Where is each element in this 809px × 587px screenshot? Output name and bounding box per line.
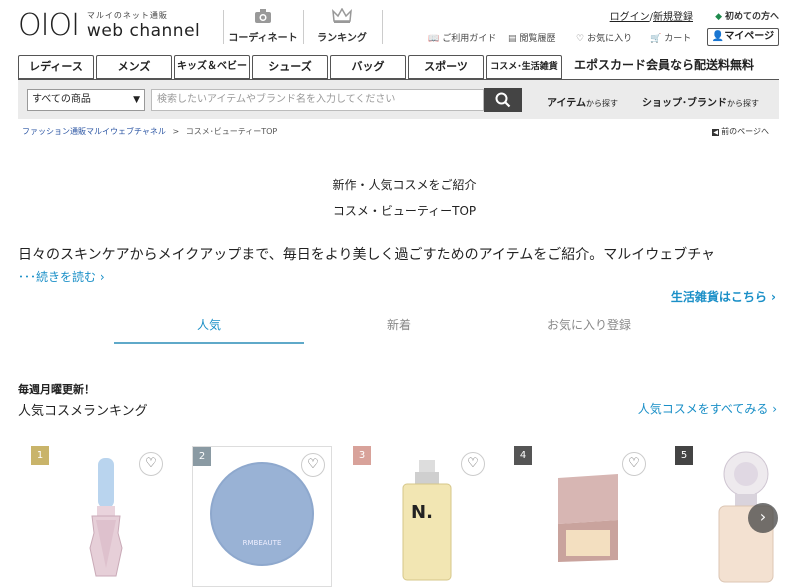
history-label: 閲覧履歴 [519, 34, 556, 44]
header-divider [382, 10, 383, 44]
ranking-link[interactable]: ランキング [307, 7, 377, 44]
oioi-logo-mark: OIOI [18, 8, 80, 43]
back-arrow-icon: ◀ [712, 129, 720, 136]
favorites-link[interactable]: ♡ お気に入り [576, 31, 632, 44]
back-link[interactable]: ◀ 前のページへ [712, 126, 769, 137]
ranking-title: 人気コスメランキング [18, 404, 148, 419]
cart-icon: 🛒 [650, 34, 662, 44]
beginner-leaf-icon: ◆ [715, 12, 722, 22]
product-card[interactable]: 2 ♡ RMBEAUTE [192, 446, 332, 587]
rank-badge: 1 [31, 446, 49, 465]
logo-title: web channel [86, 21, 201, 41]
tab-popular[interactable]: 人気 [114, 316, 304, 344]
foundation-compact-image [558, 474, 618, 562]
favorite-heart-icon[interactable]: ♡ [622, 452, 646, 476]
first-time-link[interactable]: ◆ 初めての方へ [715, 9, 779, 22]
chevron-right-icon: › [759, 507, 767, 526]
header-divider [223, 10, 224, 44]
heart-icon: ♡ [576, 34, 585, 44]
coordinate-label: コーディネート [228, 33, 298, 44]
rank-badge: 3 [353, 446, 371, 465]
camera-icon [228, 8, 298, 29]
back-label: 前のページへ [721, 127, 769, 136]
product-card[interactable]: 1 ♡ [31, 446, 171, 587]
crown-icon [307, 7, 377, 29]
nav-kids[interactable]: キッズ＆ベビー [174, 55, 250, 79]
search-by-item-link[interactable]: アイテムから探す [547, 94, 618, 109]
mypage-button[interactable]: 👤マイページ [707, 28, 779, 46]
read-more-link[interactable]: ･･･続きを読む › [18, 268, 105, 285]
compact-image: RMBEAUTE [210, 462, 314, 566]
oil-bottle-image: N. [402, 460, 452, 581]
tab-bar: 人気 新着 お気に入り登録 [114, 316, 684, 344]
search-button[interactable] [484, 88, 522, 112]
coordinate-link[interactable]: コーディネート [228, 8, 298, 44]
logo-subtitle: マルイのネット通販 [86, 11, 168, 20]
product-card[interactable]: 5 [675, 446, 809, 587]
cart-label: カート [664, 34, 692, 44]
nav-ladies[interactable]: レディース [18, 55, 94, 79]
category-nav: レディース メンズ キッズ＆ベビー シューズ バッグ スポーツ コスメ･生活雑貨 [18, 55, 564, 79]
breadcrumb-current: コスメ･ビューティーTOP [185, 127, 278, 136]
epos-promo: エポスカード会員なら配送料無料 [574, 58, 755, 72]
svg-text:N.: N. [411, 502, 433, 523]
login-link[interactable]: ログイン [610, 12, 650, 23]
see-all-link[interactable]: 人気コスメをすべてみる › [638, 400, 777, 417]
search-input[interactable]: 検索したいアイテムやブランド名を入力してください [151, 89, 484, 111]
rank-badge: 5 [675, 446, 693, 465]
lipstick-image [89, 458, 123, 577]
nav-bags[interactable]: バッグ [330, 55, 406, 79]
chevron-down-icon: ▼ [133, 95, 140, 105]
tab-new[interactable]: 新着 [304, 316, 494, 344]
carousel-next-button[interactable]: › [748, 503, 778, 533]
product-card[interactable]: 3 ♡ N. [353, 446, 493, 587]
life-goods-link[interactable]: 生活雑貨はこちら › [671, 288, 776, 305]
breadcrumb: ファッション通販マルイウェブチャネル > コスメ･ビューティーTOP [22, 126, 277, 137]
search-by-shop-link[interactable]: ショップ･ブランドから探す [642, 94, 759, 109]
history-icon: ▤ [508, 34, 517, 44]
favorite-heart-icon[interactable]: ♡ [461, 452, 485, 476]
category-select[interactable]: すべての商品 ▼ [27, 89, 145, 111]
cart-link[interactable]: 🛒 カート [650, 31, 691, 44]
page-title: コスメ・ビューティーTOP [332, 204, 477, 218]
weekly-update-label: 毎週月曜更新！ [18, 383, 95, 396]
product-card[interactable]: 4 ♡ [514, 446, 654, 587]
breadcrumb-sep: > [172, 127, 180, 136]
breadcrumb-home[interactable]: ファッション通販マルイウェブチャネル [22, 127, 166, 136]
favorites-label: お気に入り [587, 34, 633, 44]
nav-cosme[interactable]: コスメ･生活雑貨 [486, 55, 562, 79]
site-logo[interactable]: OIOI マルイのネット通販 web channel [18, 8, 201, 43]
svg-text:RMBEAUTE: RMBEAUTE [243, 539, 282, 547]
auth-links: ログイン/新規登録 [610, 8, 693, 23]
search-icon [495, 92, 511, 108]
lead-text: 日々のスキンケアからメイクアップまで、毎日をより美しく過ごすためのアイテムをご紹… [18, 247, 716, 263]
mypage-label: マイページ [724, 31, 775, 42]
intro-subtitle: 新作・人気コスメをご紹介 [332, 178, 477, 192]
register-link[interactable]: 新規登録 [653, 12, 693, 23]
nav-sports[interactable]: スポーツ [408, 55, 484, 79]
search-bar: すべての商品 ▼ 検索したいアイテムやブランド名を入力してください アイテムから… [18, 79, 779, 119]
ranking-label: ランキング [317, 33, 367, 44]
person-icon: 👤 [711, 31, 725, 42]
rank-badge: 4 [514, 446, 532, 465]
book-icon: 📖 [428, 34, 440, 44]
category-select-value: すべての商品 [32, 94, 91, 105]
guide-link[interactable]: 📖 ご利用ガイド [428, 31, 496, 44]
nav-mens[interactable]: メンズ [96, 55, 172, 79]
guide-label: ご利用ガイド [442, 34, 497, 44]
favorite-heart-icon[interactable]: ♡ [139, 452, 163, 476]
tab-favorites[interactable]: お気に入り登録 [494, 316, 684, 344]
nav-shoes[interactable]: シューズ [252, 55, 328, 79]
header-divider [303, 10, 304, 44]
history-link[interactable]: ▤ 閲覧履歴 [508, 31, 556, 44]
first-time-label: 初めての方へ [724, 12, 779, 22]
